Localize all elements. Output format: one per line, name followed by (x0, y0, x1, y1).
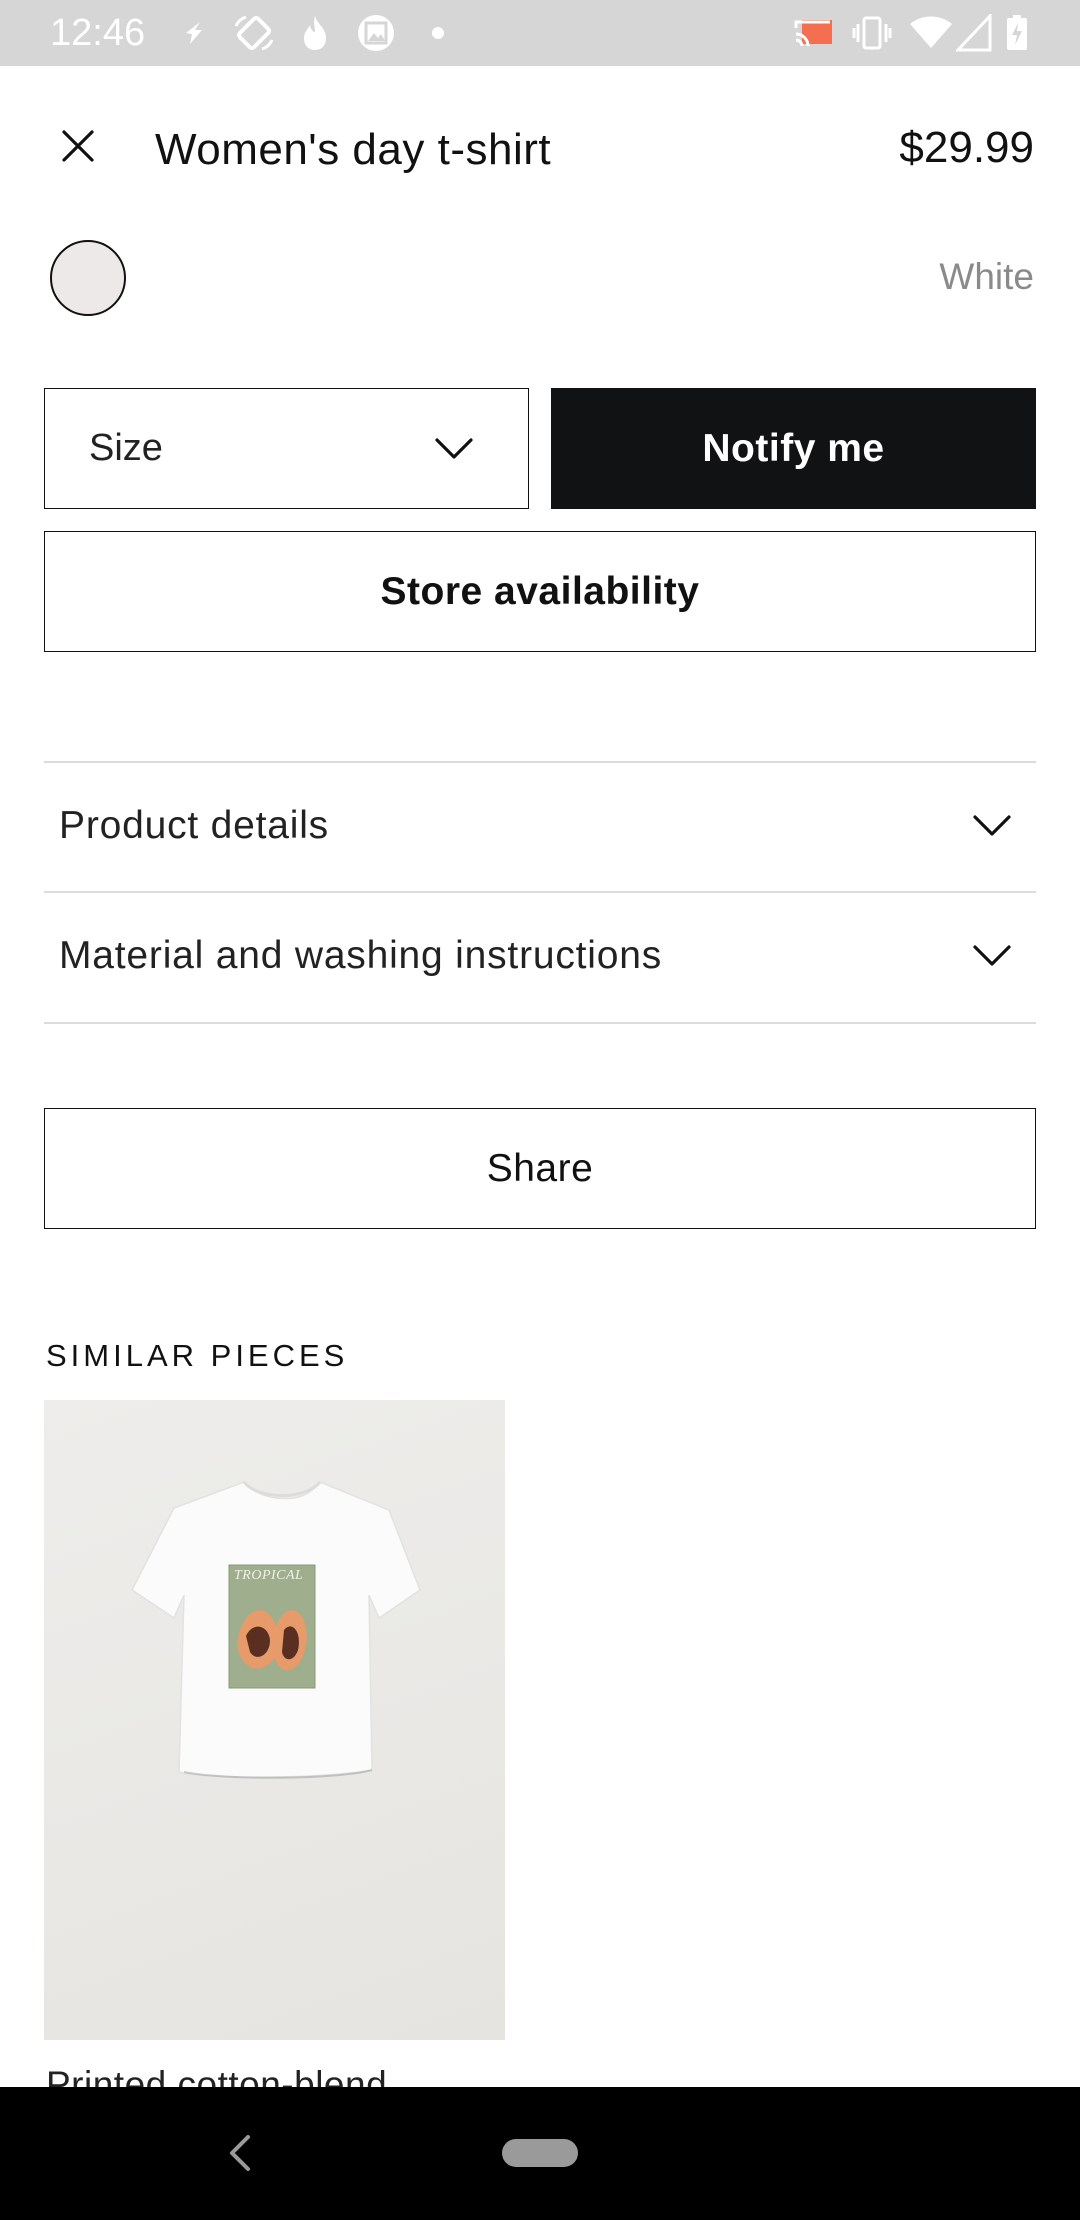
size-select-label: Size (89, 427, 163, 469)
close-icon (62, 130, 94, 162)
size-select[interactable]: Size (44, 388, 529, 509)
chevron-down-icon (973, 815, 1011, 836)
location-arrow-icon (186, 22, 202, 44)
cell-signal-icon (956, 14, 992, 52)
cast-icon (794, 20, 832, 47)
color-swatch-white[interactable] (50, 240, 126, 316)
print-text: TROPICAL (234, 1568, 304, 1583)
notify-me-button[interactable]: Notify me (551, 388, 1036, 509)
fire-icon (304, 16, 326, 50)
product-price: $29.99 (899, 123, 1034, 172)
accordion-material-washing[interactable]: Material and washing instructions (44, 892, 1036, 1020)
chevron-down-icon (435, 438, 473, 459)
photo-app-icon (358, 15, 394, 51)
similar-pieces-title: SIMILAR PIECES (46, 1338, 349, 1373)
share-button[interactable]: Share (44, 1108, 1036, 1229)
product-title: Women's day t-shirt (155, 125, 552, 174)
wifi-icon (910, 16, 952, 48)
battery-charging-icon (1007, 15, 1027, 50)
chevron-down-icon (973, 945, 1011, 966)
tshirt-illustration (131, 1480, 421, 1779)
divider (44, 1022, 1036, 1024)
vibrate-icon (852, 16, 892, 50)
dot-icon (432, 27, 444, 39)
accordion-label: Product details (59, 804, 329, 847)
back-chevron-icon[interactable] (222, 2131, 258, 2175)
rotate-screen-icon (234, 15, 274, 51)
accordion-label: Material and washing instructions (59, 934, 663, 977)
product-image[interactable]: TROPICAL (44, 1400, 505, 2040)
store-availability-button[interactable]: Store availability (44, 531, 1036, 652)
status-time: 12:46 (50, 12, 146, 54)
close-button[interactable] (50, 118, 106, 174)
status-bar: 12:46 (0, 0, 1080, 66)
color-name: White (939, 256, 1034, 297)
home-pill-icon[interactable] (502, 2139, 578, 2167)
accordion-product-details[interactable]: Product details (44, 762, 1036, 890)
system-nav-bar (0, 2087, 1080, 2220)
similar-product-card[interactable]: TROPICAL Printed cotton-blend (44, 1400, 505, 2105)
